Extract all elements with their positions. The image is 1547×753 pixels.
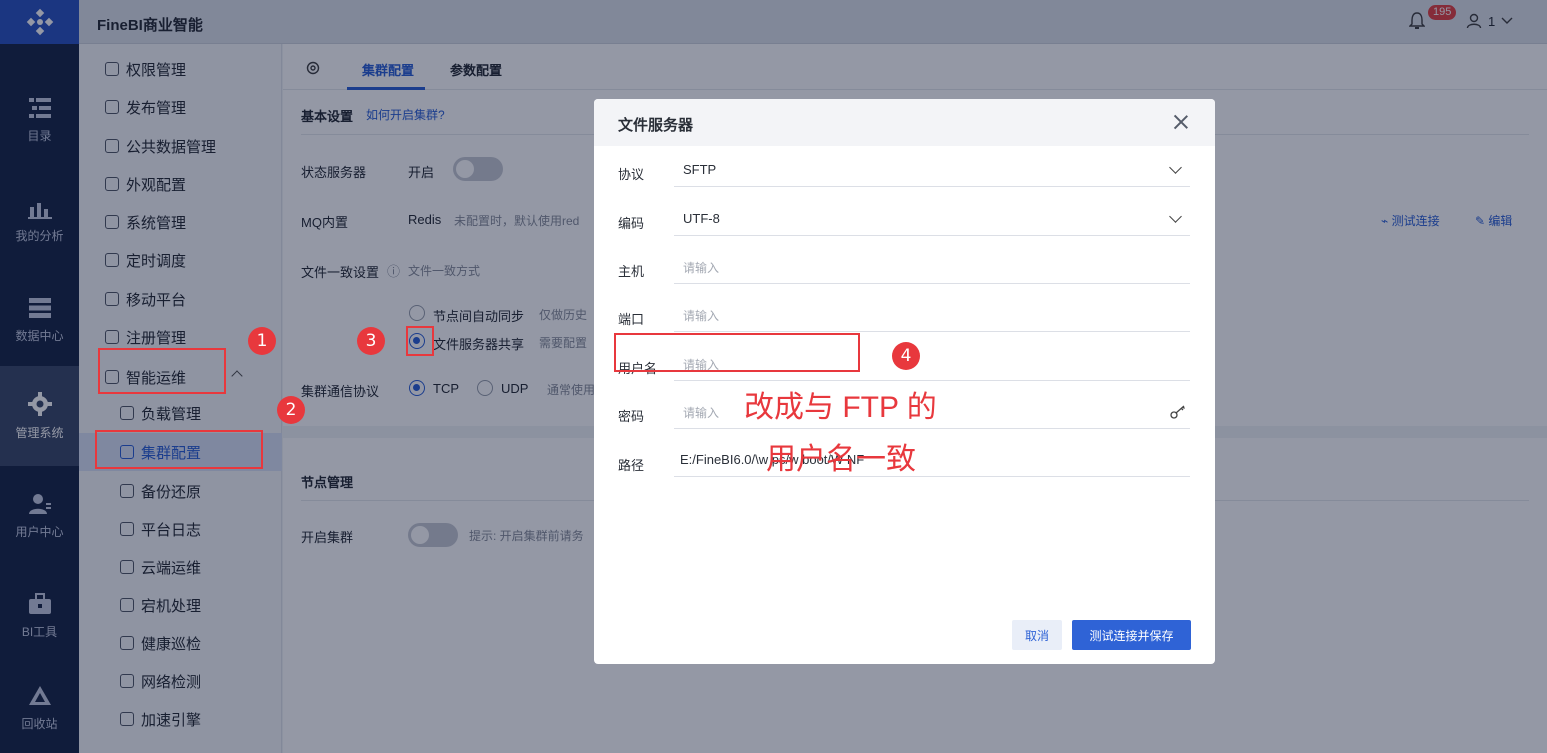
- close-icon[interactable]: [1172, 113, 1190, 131]
- annotation-text-line1: 改成与 FTP 的: [744, 391, 937, 424]
- protocol-select-value: SFTP: [683, 162, 717, 177]
- field-label-path: 路径: [618, 458, 645, 473]
- path-input[interactable]: E:/FineBI6.0/\w ps/w boot/W NF: [674, 443, 1190, 477]
- annotation-text-line2: 用户名一致: [766, 443, 916, 476]
- field-label-port: 端口: [618, 312, 645, 327]
- annotation-box-cluster: [95, 430, 263, 469]
- annotation-box-smart-ops: [98, 348, 226, 394]
- protocol-select[interactable]: SFTP: [674, 153, 1190, 187]
- cancel-button[interactable]: 取消: [1012, 620, 1062, 650]
- annotation-number-4: 4: [892, 342, 920, 370]
- annotation-box-radio: [406, 326, 434, 356]
- key-icon[interactable]: [1170, 405, 1186, 419]
- annotation-box-username: [614, 333, 860, 372]
- chevron-down-icon: [1169, 210, 1182, 223]
- annotation-number-3: 3: [357, 327, 385, 355]
- host-input[interactable]: 请输入: [674, 250, 1190, 284]
- dialog-title: 文件服务器: [618, 117, 694, 134]
- annotation-number-1: 1: [248, 327, 276, 355]
- encoding-select[interactable]: UTF-8: [674, 202, 1190, 236]
- password-placeholder: 请输入: [683, 406, 720, 420]
- field-label-host: 主机: [618, 264, 645, 279]
- port-input[interactable]: 请输入: [674, 298, 1190, 332]
- field-label-protocol: 协议: [618, 167, 645, 182]
- field-label-encoding: 编码: [618, 216, 645, 231]
- encoding-select-value: UTF-8: [683, 211, 720, 226]
- chevron-down-icon: [1169, 161, 1182, 174]
- field-label-password: 密码: [618, 409, 645, 424]
- dialog-header: 文件服务器: [594, 99, 1215, 146]
- test-and-save-button[interactable]: 测试连接并保存: [1072, 620, 1191, 650]
- annotation-number-2: 2: [277, 396, 305, 424]
